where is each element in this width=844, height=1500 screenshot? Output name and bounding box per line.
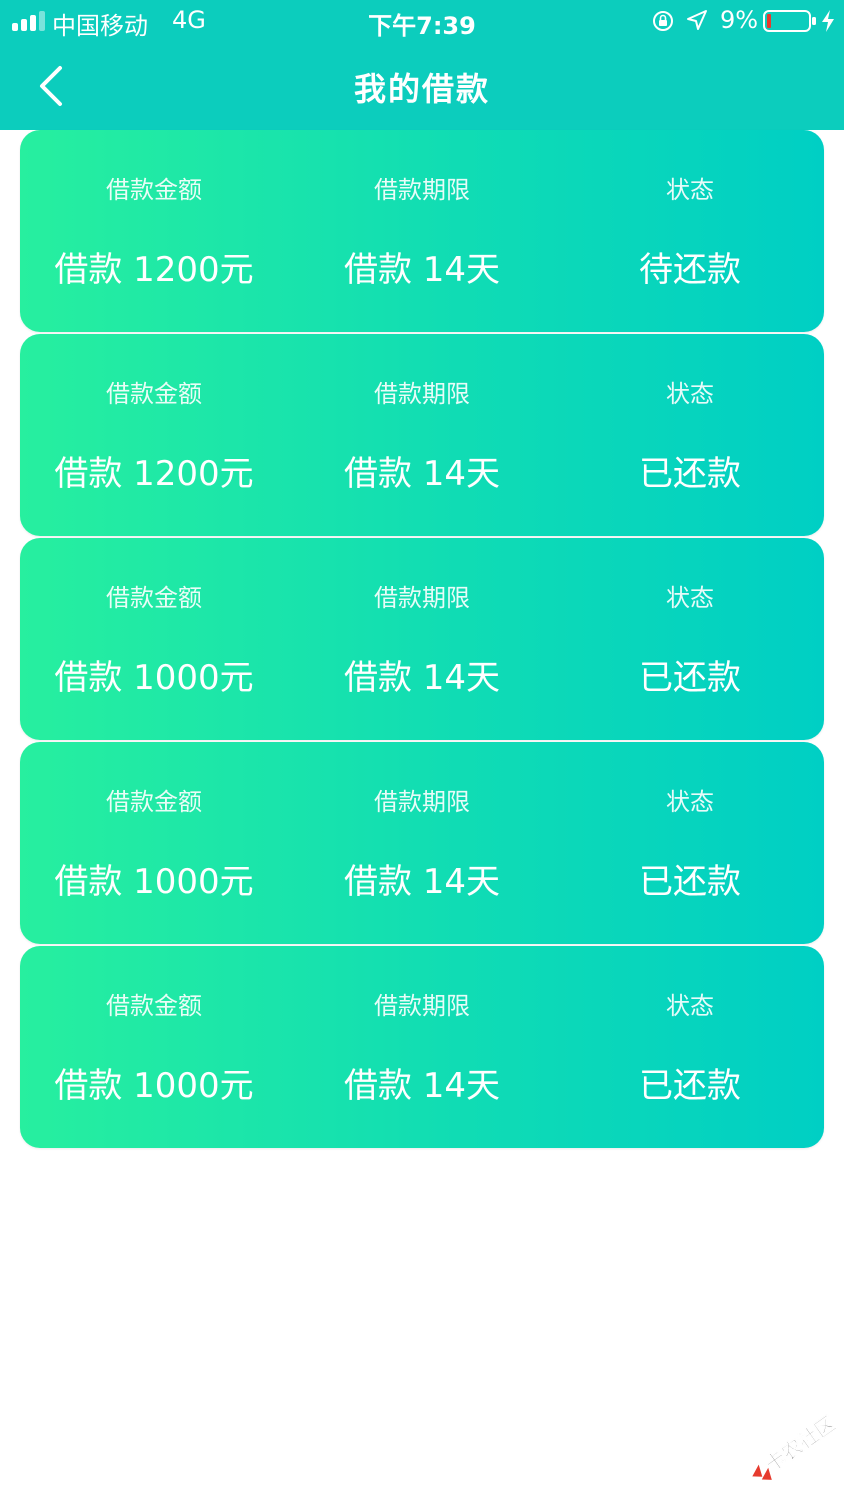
loan-list: 借款金额 借款 1200元 借款期限 借款 14天 状态 待还款 借款金额 借款… (20, 130, 824, 1150)
amount-label: 借款金额 (106, 176, 202, 204)
status-cell: 状态 待还款 (556, 130, 824, 332)
status-cell: 状态 已还款 (556, 538, 824, 740)
amount-label: 借款金额 (106, 380, 202, 408)
status-label: 状态 (666, 788, 714, 816)
location-icon (687, 10, 707, 30)
status-value: 已还款 (639, 1066, 741, 1106)
amount-label: 借款金额 (106, 788, 202, 816)
watermark-logo: 卡农社区 (752, 1411, 840, 1480)
orientation-lock-icon (653, 11, 673, 31)
amount-value: 借款 1200元 (54, 454, 254, 494)
amount-label: 借款金额 (106, 992, 202, 1020)
loan-card[interactable]: 借款金额 借款 1000元 借款期限 借款 14天 状态 已还款 (20, 538, 824, 740)
term-label: 借款期限 (374, 788, 470, 816)
status-label: 状态 (666, 380, 714, 408)
battery-icon (763, 10, 816, 32)
term-value: 借款 14天 (343, 862, 501, 902)
watermark-text: 卡农社区 (761, 1411, 840, 1477)
clock: 下午7:39 (368, 12, 476, 40)
status-cell: 状态 已还款 (556, 334, 824, 536)
amount-value: 借款 1000元 (54, 1066, 254, 1106)
status-label: 状态 (666, 992, 714, 1020)
term-value: 借款 14天 (343, 454, 501, 494)
amount-value: 借款 1000元 (54, 862, 254, 902)
term-value: 借款 14天 (343, 1066, 501, 1106)
top-bar: 中国移动 4G 下午7:39 9% 我的借款 (0, 0, 844, 130)
loan-card[interactable]: 借款金额 借款 1200元 借款期限 借款 14天 状态 已还款 (20, 334, 824, 536)
charging-icon (822, 10, 834, 32)
term-label: 借款期限 (374, 176, 470, 204)
amount-cell: 借款金额 借款 1200元 (20, 334, 288, 536)
status-bar: 中国移动 4G 下午7:39 9% (0, 0, 844, 44)
term-value: 借款 14天 (343, 658, 501, 698)
term-label: 借款期限 (374, 380, 470, 408)
loan-card[interactable]: 借款金额 借款 1000元 借款期限 借款 14天 状态 已还款 (20, 946, 824, 1148)
loan-card[interactable]: 借款金额 借款 1000元 借款期限 借款 14天 状态 已还款 (20, 742, 824, 944)
amount-cell: 借款金额 借款 1000元 (20, 538, 288, 740)
term-cell: 借款期限 借款 14天 (288, 946, 556, 1148)
status-value: 已还款 (639, 658, 741, 698)
status-label: 状态 (666, 584, 714, 612)
status-value: 已还款 (639, 862, 741, 902)
term-cell: 借款期限 借款 14天 (288, 334, 556, 536)
status-cell: 状态 已还款 (556, 742, 824, 944)
amount-label: 借款金额 (106, 584, 202, 612)
amount-cell: 借款金额 借款 1200元 (20, 130, 288, 332)
term-label: 借款期限 (374, 992, 470, 1020)
amount-value: 借款 1200元 (54, 250, 254, 290)
status-value: 待还款 (639, 250, 741, 290)
term-label: 借款期限 (374, 584, 470, 612)
amount-value: 借款 1000元 (54, 658, 254, 698)
battery-percent: 9% (720, 6, 759, 34)
term-cell: 借款期限 借款 14天 (288, 742, 556, 944)
status-cell: 状态 已还款 (556, 946, 824, 1148)
amount-cell: 借款金额 借款 1000元 (20, 946, 288, 1148)
term-value: 借款 14天 (343, 250, 501, 290)
status-label: 状态 (666, 176, 714, 204)
loan-card[interactable]: 借款金额 借款 1200元 借款期限 借款 14天 状态 待还款 (20, 130, 824, 332)
page-title: 我的借款 (353, 70, 490, 108)
status-value: 已还款 (639, 454, 741, 494)
term-cell: 借款期限 借款 14天 (288, 538, 556, 740)
term-cell: 借款期限 借款 14天 (288, 130, 556, 332)
amount-cell: 借款金额 借款 1000元 (20, 742, 288, 944)
